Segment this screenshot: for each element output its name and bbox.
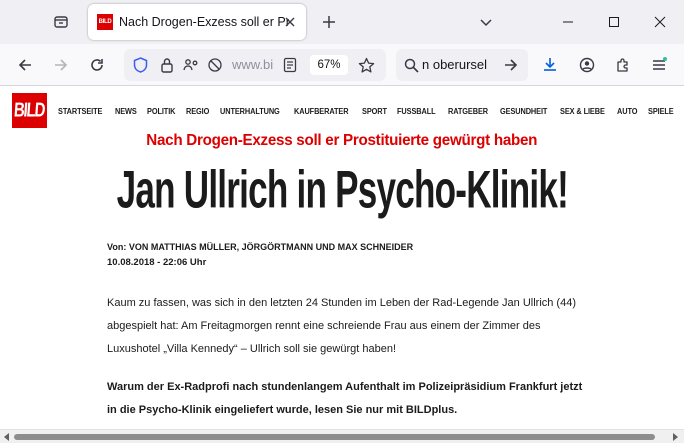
nav-item-startseite[interactable]: STARTSEITE — [58, 107, 102, 116]
new-tab-icon[interactable] — [318, 11, 340, 33]
kicker-text: Nach Drogen-Exzess soll er Prostituierte… — [146, 132, 538, 149]
web-page: BILD STARTSEITE NEWS POLITIK REGIO UNTER… — [0, 86, 684, 429]
minimize-icon[interactable] — [548, 8, 588, 36]
scrollbar-thumb[interactable] — [14, 434, 655, 440]
go-arrow-icon[interactable] — [502, 56, 520, 74]
menu-icon[interactable] — [645, 51, 673, 79]
tracking-blocked-icon[interactable] — [206, 56, 224, 74]
reader-view-icon[interactable] — [281, 56, 299, 74]
nav-item-auto[interactable]: AUTO — [617, 107, 637, 116]
firefox-view-icon[interactable] — [46, 8, 76, 36]
zoom-level-button[interactable]: 67% — [310, 55, 348, 75]
nav-item-sport[interactable]: SPORT — [362, 107, 387, 116]
nav-item-sex-liebe[interactable]: SEX & LIEBE — [560, 107, 605, 116]
url-bar[interactable]: www.bild.de 67% — [124, 49, 386, 81]
logo-text: BILD — [13, 99, 46, 122]
active-tab[interactable]: BILD Nach Drogen-Exzess soll er Prostitu… — [88, 4, 306, 40]
headline-text: Jan Ullrich in Psycho-Klinik! — [116, 159, 568, 220]
nav-item-fussball[interactable]: FUSSBALL — [397, 107, 436, 116]
bild-logo[interactable]: BILD — [12, 93, 47, 128]
search-icon — [402, 56, 420, 74]
article-byline: Von: VON MATTHIAS MÜLLER, JÖRGÖRTMANN UN… — [107, 242, 414, 252]
article-lead: Kaum zu fassen, was sich in den letzten … — [107, 297, 576, 355]
bild-favicon: BILD — [97, 14, 113, 30]
close-window-icon[interactable] — [640, 8, 680, 36]
lock-icon[interactable] — [158, 56, 176, 74]
maximize-icon[interactable] — [594, 8, 634, 36]
horizontal-scrollbar[interactable] — [0, 429, 684, 443]
article-date: 10.08.2018 - 22:06 Uhr — [107, 257, 207, 268]
nav-item-kaufberater[interactable]: KAUFBERATER — [294, 107, 349, 116]
search-bar[interactable]: n oberursel — [396, 49, 528, 81]
account-icon[interactable] — [573, 51, 601, 79]
scroll-left-icon[interactable] — [2, 432, 12, 442]
article-headline: Jan Ullrich in Psycho-Klinik! — [0, 159, 684, 220]
nav-item-news[interactable]: NEWS — [115, 107, 137, 116]
downloads-icon[interactable] — [536, 51, 564, 79]
star-icon[interactable] — [357, 56, 375, 74]
navigation-toolbar: www.bild.de 67% n oberursel — [0, 44, 684, 86]
nav-item-regio[interactable]: REGIO — [186, 107, 209, 116]
extensions-icon[interactable] — [609, 51, 637, 79]
bildplus-teaser: Warum der Ex-Radprofi nach stundenlangem… — [107, 381, 583, 416]
search-input[interactable]: n oberursel — [422, 57, 496, 72]
forward-arrow-icon[interactable] — [47, 51, 75, 79]
chevron-down-icon[interactable] — [475, 11, 497, 33]
nav-item-ratgeber[interactable]: RATGEBER — [448, 107, 488, 116]
permissions-icon[interactable] — [182, 56, 200, 74]
article-kicker: Nach Drogen-Exzess soll er Prostituierte… — [0, 132, 684, 150]
tab-title: Nach Drogen-Exzess soll er Prostituierte… — [119, 15, 289, 29]
reload-icon[interactable] — [83, 51, 111, 79]
url-text[interactable]: www.bild.de — [232, 57, 274, 72]
tab-strip: BILD Nach Drogen-Exzess soll er Prostitu… — [0, 0, 684, 44]
scroll-right-icon[interactable] — [670, 432, 680, 442]
back-arrow-icon[interactable] — [11, 51, 39, 79]
close-tab-icon[interactable] — [282, 14, 298, 30]
shield-icon[interactable] — [131, 56, 149, 74]
nav-item-politik[interactable]: POLITIK — [147, 107, 175, 116]
site-navigation: STARTSEITE NEWS POLITIK REGIO UNTERHALTU… — [58, 107, 684, 116]
nav-item-gesundheit[interactable]: GESUNDHEIT — [500, 107, 547, 116]
nav-item-unterhaltung[interactable]: UNTERHALTUNG — [220, 107, 280, 116]
nav-item-spiele[interactable]: SPIELE — [648, 107, 674, 116]
